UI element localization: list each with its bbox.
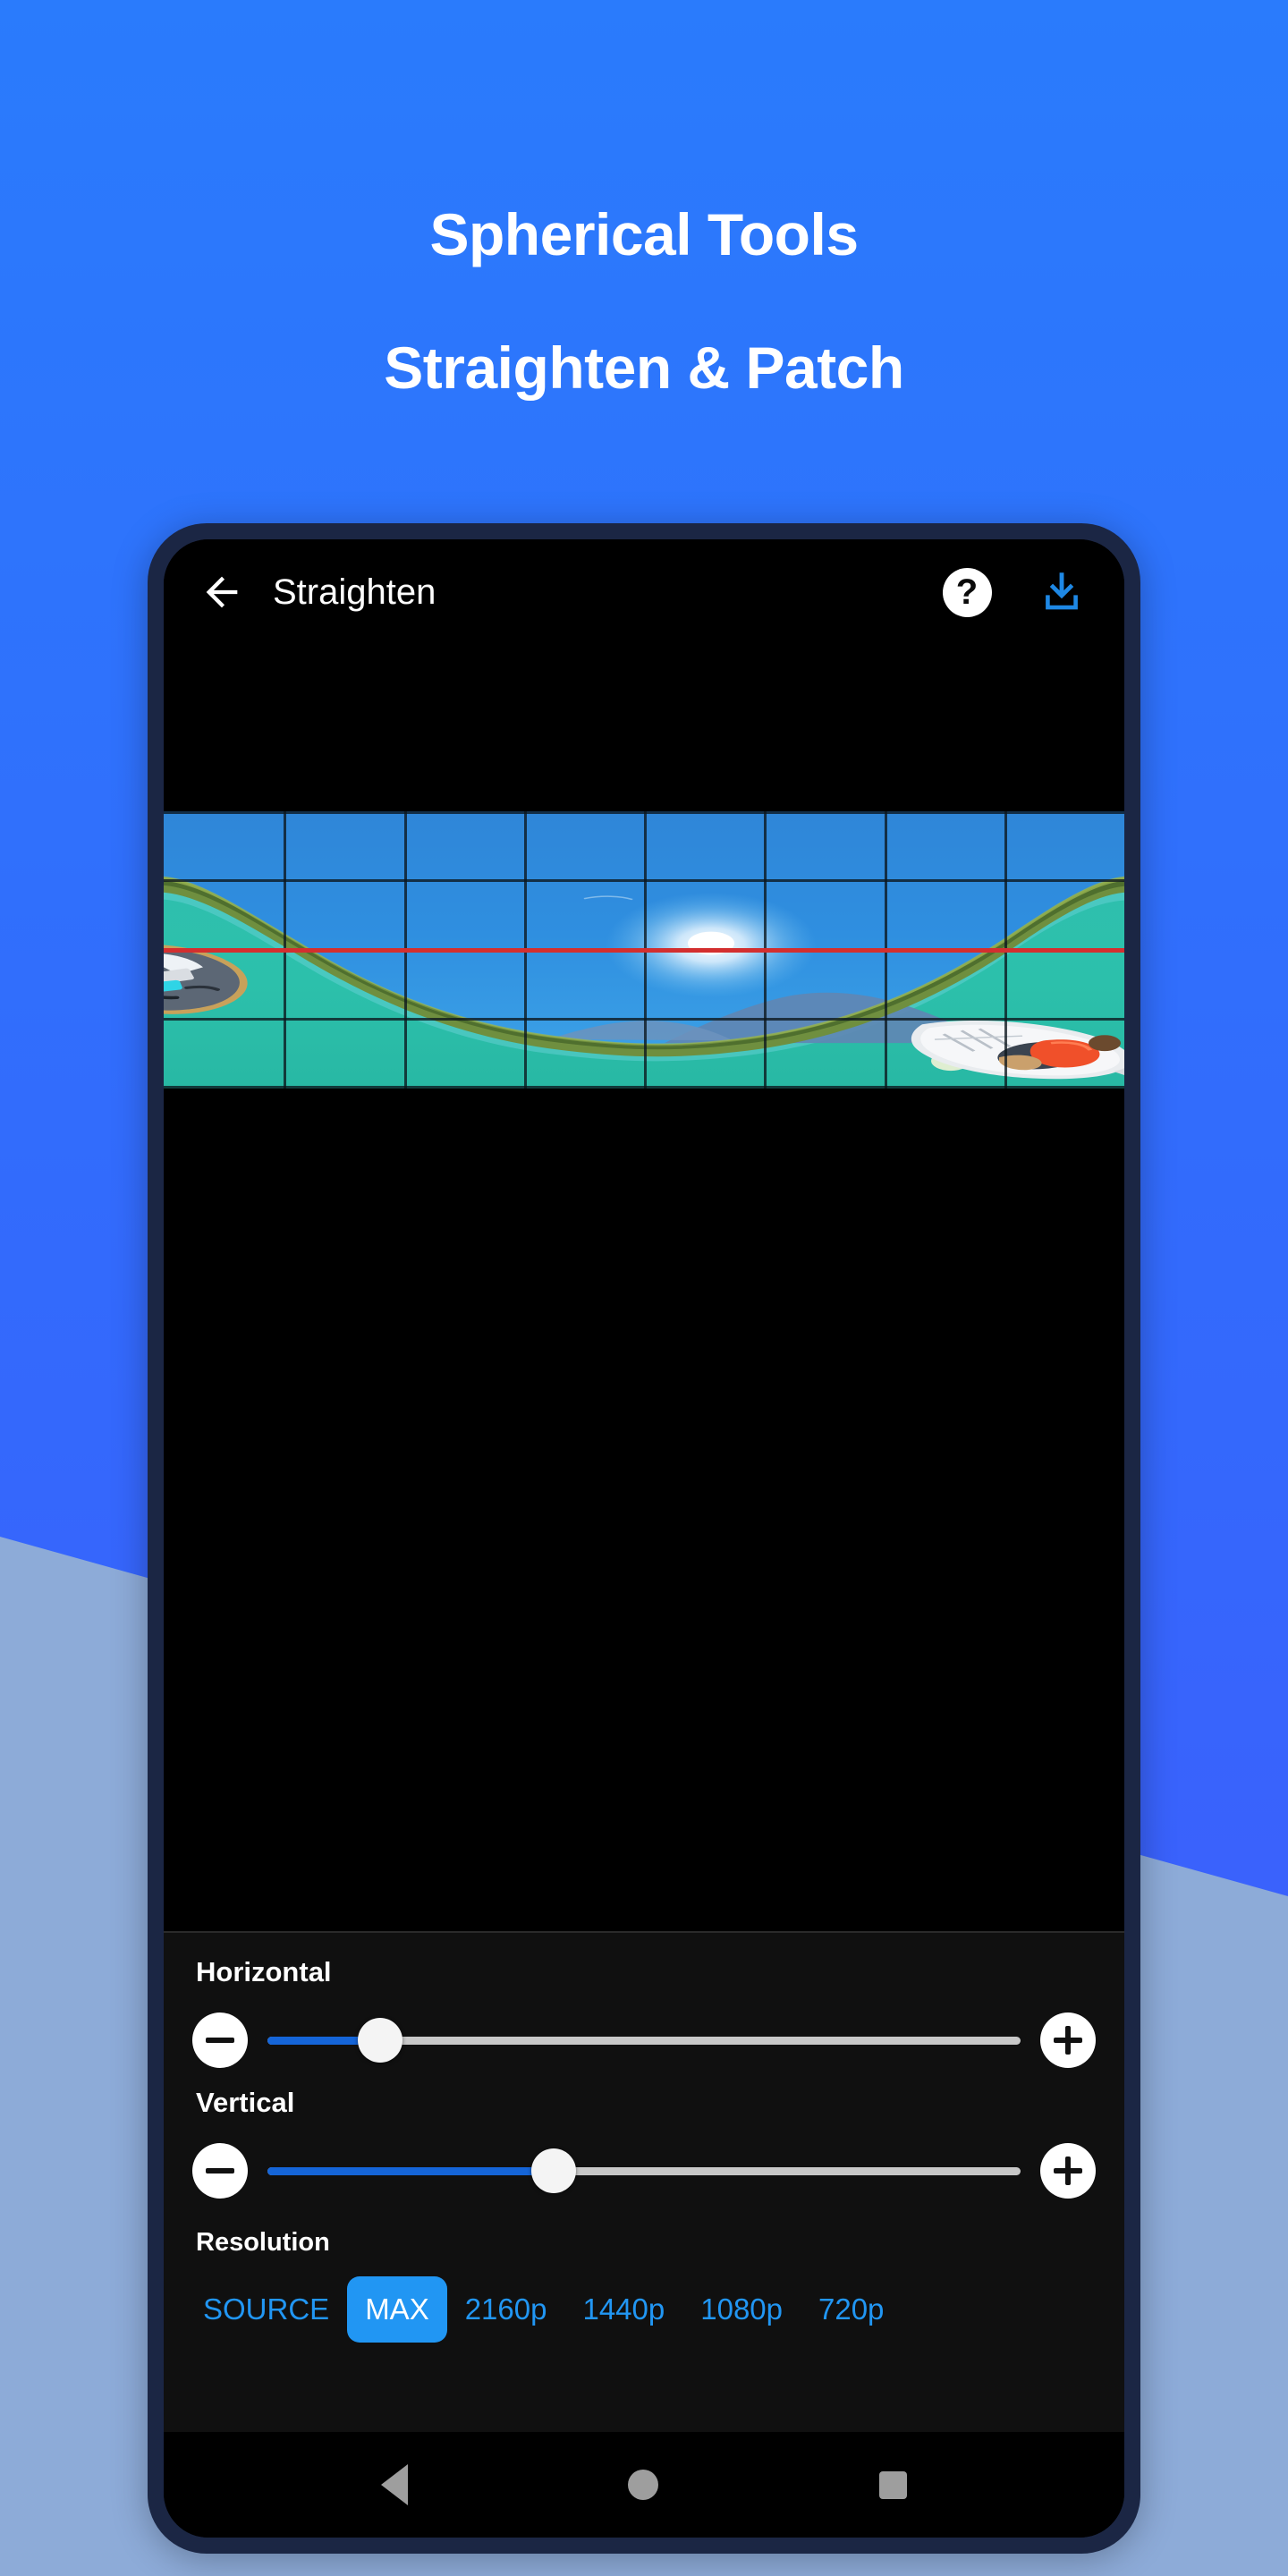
horizontal-increase-button[interactable] (1040, 2012, 1096, 2068)
horizon-reference-line (164, 947, 1124, 953)
vertical-slider-thumb[interactable] (530, 2148, 576, 2193)
download-icon (1046, 572, 1078, 610)
help-icon: ? (942, 567, 992, 617)
resolution-options: SOURCE MAX 2160p 1440p 1080p 720p (164, 2267, 1124, 2352)
resolution-option-720p[interactable]: 720p (801, 2276, 902, 2343)
phone-screen: Straighten ? Horizontal Vertical Resolut… (164, 539, 1124, 2538)
controls-panel: Horizontal Vertical Resolution SOURCE MA… (164, 1931, 1124, 2432)
help-button[interactable]: ? (935, 560, 999, 624)
horizontal-slider[interactable] (267, 2012, 1021, 2068)
vertical-increase-button[interactable] (1040, 2143, 1096, 2199)
promo-headline: Spherical Tools Straighten & Patch (0, 134, 1288, 468)
resolution-option-1080p[interactable]: 1080p (682, 2276, 801, 2343)
nav-home-icon[interactable] (628, 2470, 659, 2500)
promo-headline-line-2: Straighten & Patch (384, 334, 904, 401)
resolution-label: Resolution (196, 2228, 330, 2257)
nav-back-icon[interactable] (381, 2464, 409, 2505)
vertical-slider[interactable] (267, 2143, 1021, 2199)
screen-title: Straighten (273, 572, 436, 612)
android-navigation-bar (164, 2432, 1124, 2538)
resolution-option-source[interactable]: SOURCE (185, 2276, 347, 2343)
horizontal-slider-row (164, 1994, 1124, 2087)
horizontal-slider-label: Horizontal (196, 1956, 332, 1987)
preview-canvas[interactable] (164, 645, 1124, 1931)
resolution-option-1440p[interactable]: 1440p (564, 2276, 682, 2343)
vertical-slider-label: Vertical (196, 2087, 295, 2118)
horizontal-slider-thumb[interactable] (358, 2018, 403, 2063)
phone-frame: Straighten ? Horizontal Vertical Resolut… (148, 523, 1140, 2554)
back-button[interactable] (187, 557, 257, 627)
vertical-decrease-button[interactable] (192, 2143, 248, 2199)
resolution-option-2160p[interactable]: 2160p (447, 2276, 565, 2343)
promo-root: Spherical Tools Straighten & Patch Strai… (0, 0, 1288, 2576)
vertical-slider-row (164, 2124, 1124, 2217)
download-button[interactable] (1030, 560, 1094, 624)
promo-headline-line-1: Spherical Tools (429, 200, 859, 267)
nav-recents-icon[interactable] (878, 2470, 907, 2499)
panorama-viewport (164, 811, 1124, 1089)
resolution-option-max[interactable]: MAX (347, 2276, 447, 2343)
arrow-left-icon (206, 576, 238, 608)
horizontal-decrease-button[interactable] (192, 2012, 248, 2068)
app-bar: Straighten ? (164, 539, 1124, 645)
vertical-slider-fill (267, 2166, 554, 2175)
